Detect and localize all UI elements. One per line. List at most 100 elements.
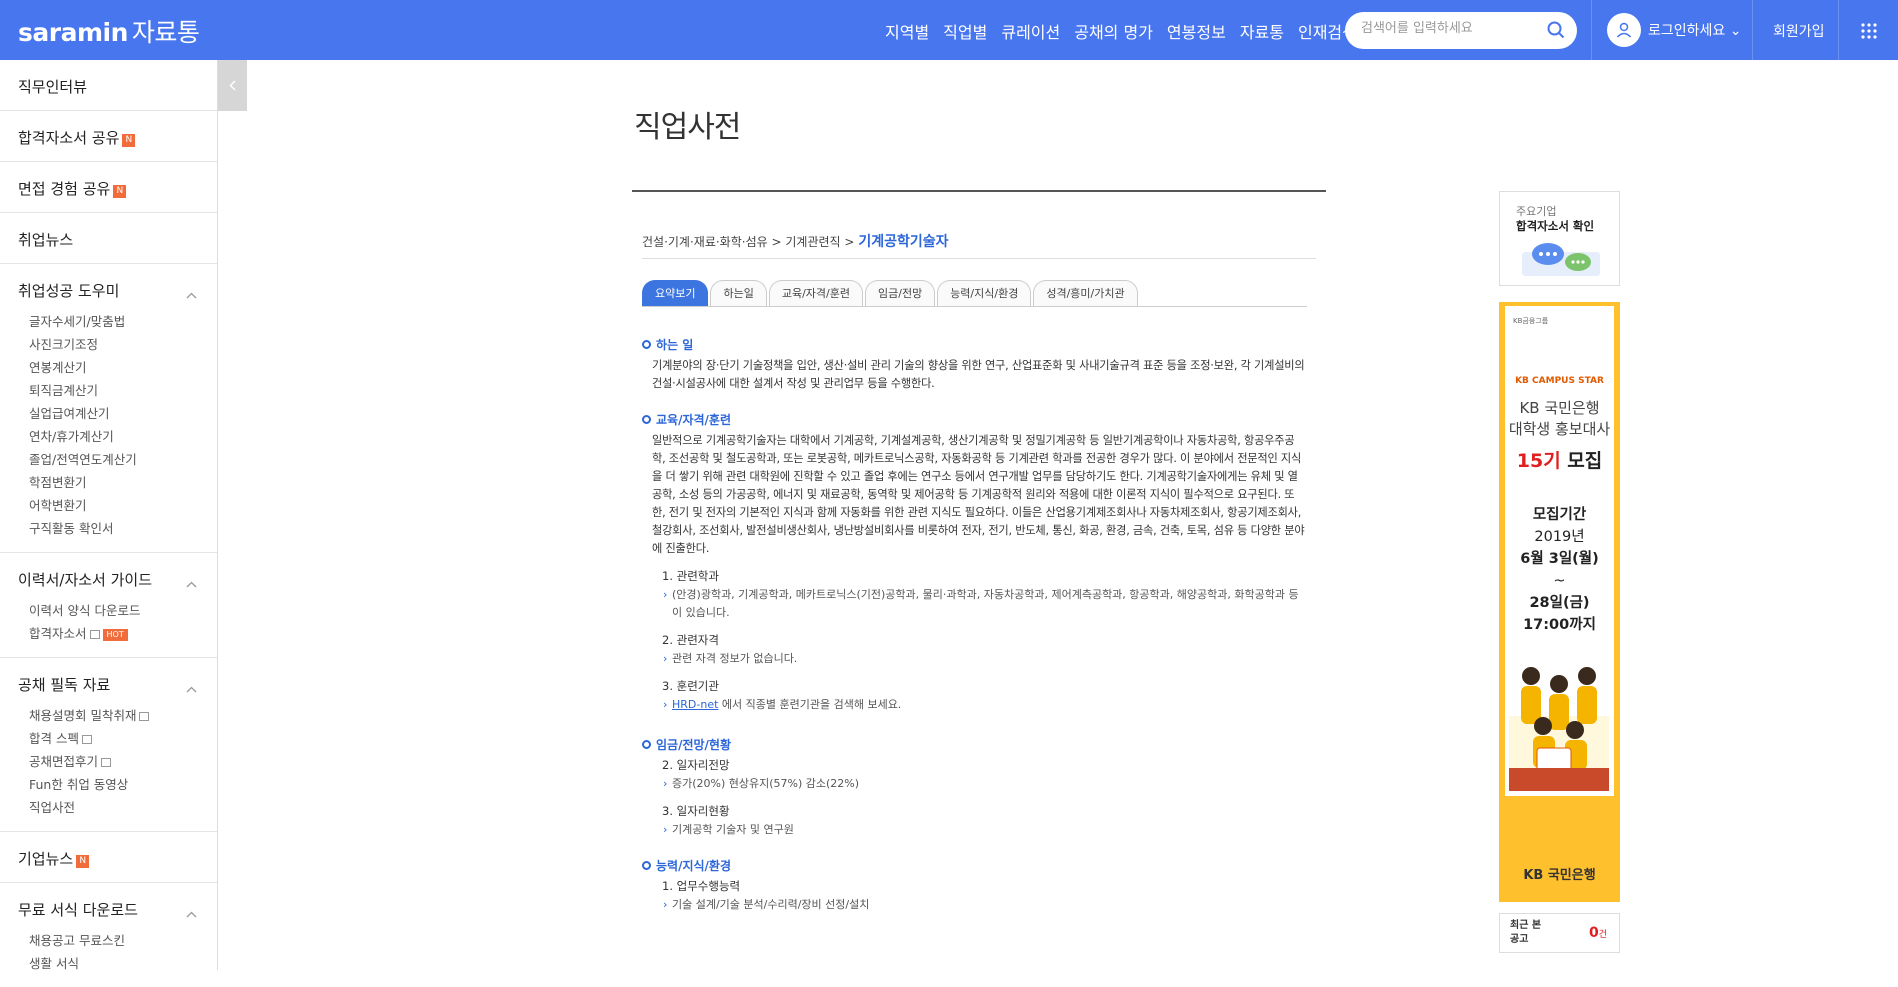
breadcrumb-divider [642, 258, 1316, 259]
sidebar-subitem-label: 채용설명회 밀착취재 [29, 708, 137, 723]
outlook-text: 증가(20%) 현상유지(57%) 감소(22%) [642, 775, 1307, 793]
recent-viewed-jobs[interactable]: 최근 본 공고 0건 [1499, 913, 1620, 953]
cert-text: 관련 자격 정보가 없습니다. [642, 650, 1307, 668]
duty-text: 기계분야의 장·단기 기술정책을 입안, 생산·설비 관리 기술의 향상을 위한… [652, 359, 1305, 390]
kb-tilde: ~ [1553, 573, 1566, 589]
sidebar-subitem[interactable]: 퇴직금계산기 [18, 379, 217, 402]
nav-curation[interactable]: 큐레이션 [1001, 19, 1060, 43]
chevron-up-icon[interactable] [186, 284, 197, 303]
sidebar-subitem[interactable]: 합격자소서 HOT [18, 622, 217, 645]
sidebar-subitem[interactable]: 학점변환기 [18, 471, 217, 494]
section-title: 교육/자격/훈련 [656, 413, 732, 427]
outlook-heading: 2. 일자리전망 [662, 758, 730, 772]
job-summary-content: 하는 일 기계분야의 장·단기 기술정책을 입안, 생산·설비 관리 기술의 향… [642, 336, 1307, 914]
sidebar-item-interview-share[interactable]: 면접 경험 공유 N [0, 162, 217, 213]
tab-personality[interactable]: 성격/흥미/가치관 [1033, 280, 1138, 307]
hrd-net-link[interactable]: HRD-net [672, 698, 718, 711]
header-divider [1838, 0, 1839, 60]
nav-region[interactable]: 지역별 [885, 19, 929, 43]
sidebar-subitem[interactable]: Fun한 취업 동영상 [18, 773, 217, 796]
sidebar-subitem[interactable]: 채용설명회 밀착취재 [18, 704, 217, 727]
chevron-up-icon[interactable] [186, 573, 197, 592]
sidebar-item-job-news[interactable]: 취업뉴스 [0, 213, 217, 264]
banner-line2: 합격자소서 확인 [1516, 219, 1595, 233]
sidebar-subitem[interactable]: 연차/휴가계산기 [18, 425, 217, 448]
sidebar-subitem[interactable]: 이력서 양식 다운로드 [18, 599, 217, 622]
logo-subtext: 자료통 [131, 18, 200, 47]
kb-bank-logo: KB 국민은행 [1499, 864, 1620, 883]
chevron-left-icon [229, 76, 236, 95]
sidebar-subitem[interactable]: 글자수세기/맞춤법 [18, 310, 217, 333]
section-heading-wage: 임금/전망/현황 [642, 736, 1307, 753]
sidebar-group-job-helper: 취업성공 도우미 글자수세기/맞춤법 사진크기조정 연봉계산기 퇴직금계산기 실… [0, 264, 217, 553]
section-title: 임금/전망/현황 [656, 738, 732, 752]
sidebar-subitem[interactable]: 합격 스펙 [18, 727, 217, 750]
status-text: 기계공학 기술자 및 연구원 [642, 821, 1307, 839]
sidebar-item-passed-resume[interactable]: 합격자소서 공유 N [0, 111, 217, 162]
kb-campus-star-label: KB CAMPUS STAR [1515, 376, 1604, 386]
sidebar-subitem[interactable]: 사진크기조정 [18, 333, 217, 356]
section-heading-duty: 하는 일 [642, 336, 1307, 353]
new-window-icon [139, 712, 150, 721]
passed-resume-banner[interactable]: 주요기업 합격자소서 확인 [1499, 191, 1620, 286]
sidebar-subitem[interactable]: 구직활동 확인서 [18, 517, 217, 540]
recent-count-unit: 건 [1598, 930, 1608, 940]
sidebar-item-company-news[interactable]: 기업뉴스 N [0, 832, 217, 883]
nav-job[interactable]: 직업별 [943, 19, 987, 43]
search-input[interactable] [1361, 21, 1541, 36]
kb-ad-inner: KB금융그룹 KB CAMPUS STAR KB 국민은행 대학생 홍보대사 1… [1505, 306, 1614, 796]
search-icon[interactable] [1547, 21, 1565, 43]
nav-salary[interactable]: 연봉정보 [1167, 19, 1226, 43]
tab-ability[interactable]: 능력/지식/환경 [937, 280, 1032, 307]
chevron-up-icon[interactable] [186, 903, 197, 922]
sidebar-item-label: 취업뉴스 [18, 231, 74, 249]
bullet-circle-icon [642, 740, 651, 749]
tab-wage[interactable]: 임금/전망 [865, 280, 936, 307]
sidebar-item-job-interview[interactable]: 직무인터뷰 [0, 60, 217, 111]
sidebar-subitem-label: 합격자소서 [29, 626, 87, 641]
tab-summary[interactable]: 요약보기 [642, 280, 709, 307]
sidebar-subitem[interactable]: 연봉계산기 [18, 356, 217, 379]
sidebar-subitem[interactable]: 공채면접후기 [18, 750, 217, 773]
kb-start-date: 6월 3일(월) [1520, 551, 1599, 567]
kb-end-date: 28일(금) [1529, 595, 1590, 611]
recent-label: 최근 본 공고 [1510, 920, 1542, 945]
sidebar-item-label: 기업뉴스 [18, 850, 74, 868]
breadcrumb-item[interactable]: 건설·기계·재료·화학·섬유 [642, 235, 768, 249]
kb-bank-ad-banner[interactable]: KB금융그룹 KB CAMPUS STAR KB 국민은행 대학생 홍보대사 1… [1499, 302, 1620, 902]
sidebar-subitem[interactable]: 어학변환기 [18, 494, 217, 517]
training-suffix: 에서 직종별 훈련기관을 검색해 보세요. [718, 698, 902, 711]
education-text: 일반적으로 기계공학기술자는 대학에서 기계공학, 기계설계공학, 생산기계공학… [652, 434, 1305, 555]
kb-cohort: 15기 [1516, 450, 1561, 472]
kb-title-line1: KB 국민은행 [1519, 399, 1600, 417]
breadcrumb-separator: > [844, 235, 855, 249]
breadcrumb-item[interactable]: 기계관련직 [785, 235, 840, 249]
breadcrumb: 건설·기계·재료·화학·섬유 > 기계관련직 > 기계공학기술자 [642, 231, 948, 251]
login-label: 로그인하세요 ⌄ [1648, 23, 1742, 39]
all-services-grid-icon[interactable] [1860, 22, 1878, 44]
sidebar-subitem[interactable]: 채용공고 무료스킨 [18, 929, 217, 952]
sidebar-subitem[interactable]: 졸업/전역연도계산기 [18, 448, 217, 471]
sidebar-group-resume-guide: 이력서/자소서 가이드 이력서 양식 다운로드 합격자소서 HOT [0, 553, 217, 658]
logo-text: saramin [18, 18, 128, 47]
majors-text: (안경)광학과, 기계공학과, 메카트로닉스(기전)공학과, 물리·과학과, 자… [642, 586, 1307, 622]
sidebar-group-recruit-must-read: 공채 필독 자료 채용설명회 밀착취재 합격 스펙 공채면접후기 Fun한 취업… [0, 658, 217, 832]
section-heading-ability: 능력/지식/환경 [642, 857, 1307, 874]
chevron-up-icon[interactable] [186, 678, 197, 697]
login-button[interactable]: 로그인하세요 ⌄ [1607, 13, 1741, 47]
sidebar-subitem[interactable]: 생활 서식 [18, 952, 217, 975]
new-window-icon [89, 630, 100, 639]
sidebar-item-label: 합격자소서 공유 [18, 129, 120, 147]
join-button[interactable]: 회원가입 [1773, 21, 1825, 41]
tab-duty[interactable]: 하는일 [710, 280, 767, 307]
tab-divider [642, 306, 1307, 307]
job-tabs: 요약보기 하는일 교육/자격/훈련 임금/전망 능력/지식/환경 성격/흥미/가… [642, 280, 1140, 307]
nav-recruit-famous[interactable]: 공채의 명가 [1074, 19, 1153, 43]
nav-resources[interactable]: 자료통 [1240, 19, 1284, 43]
sidebar-subitem[interactable]: 실업급여계산기 [18, 402, 217, 425]
saramin-logo[interactable]: saramin 자료통 [18, 13, 200, 49]
sidebar-collapse-button[interactable] [218, 60, 247, 111]
sidebar-subitem[interactable]: 직업사전 [18, 796, 217, 819]
tab-education[interactable]: 교육/자격/훈련 [768, 280, 863, 307]
kb-year: 2019년 [1534, 529, 1585, 545]
